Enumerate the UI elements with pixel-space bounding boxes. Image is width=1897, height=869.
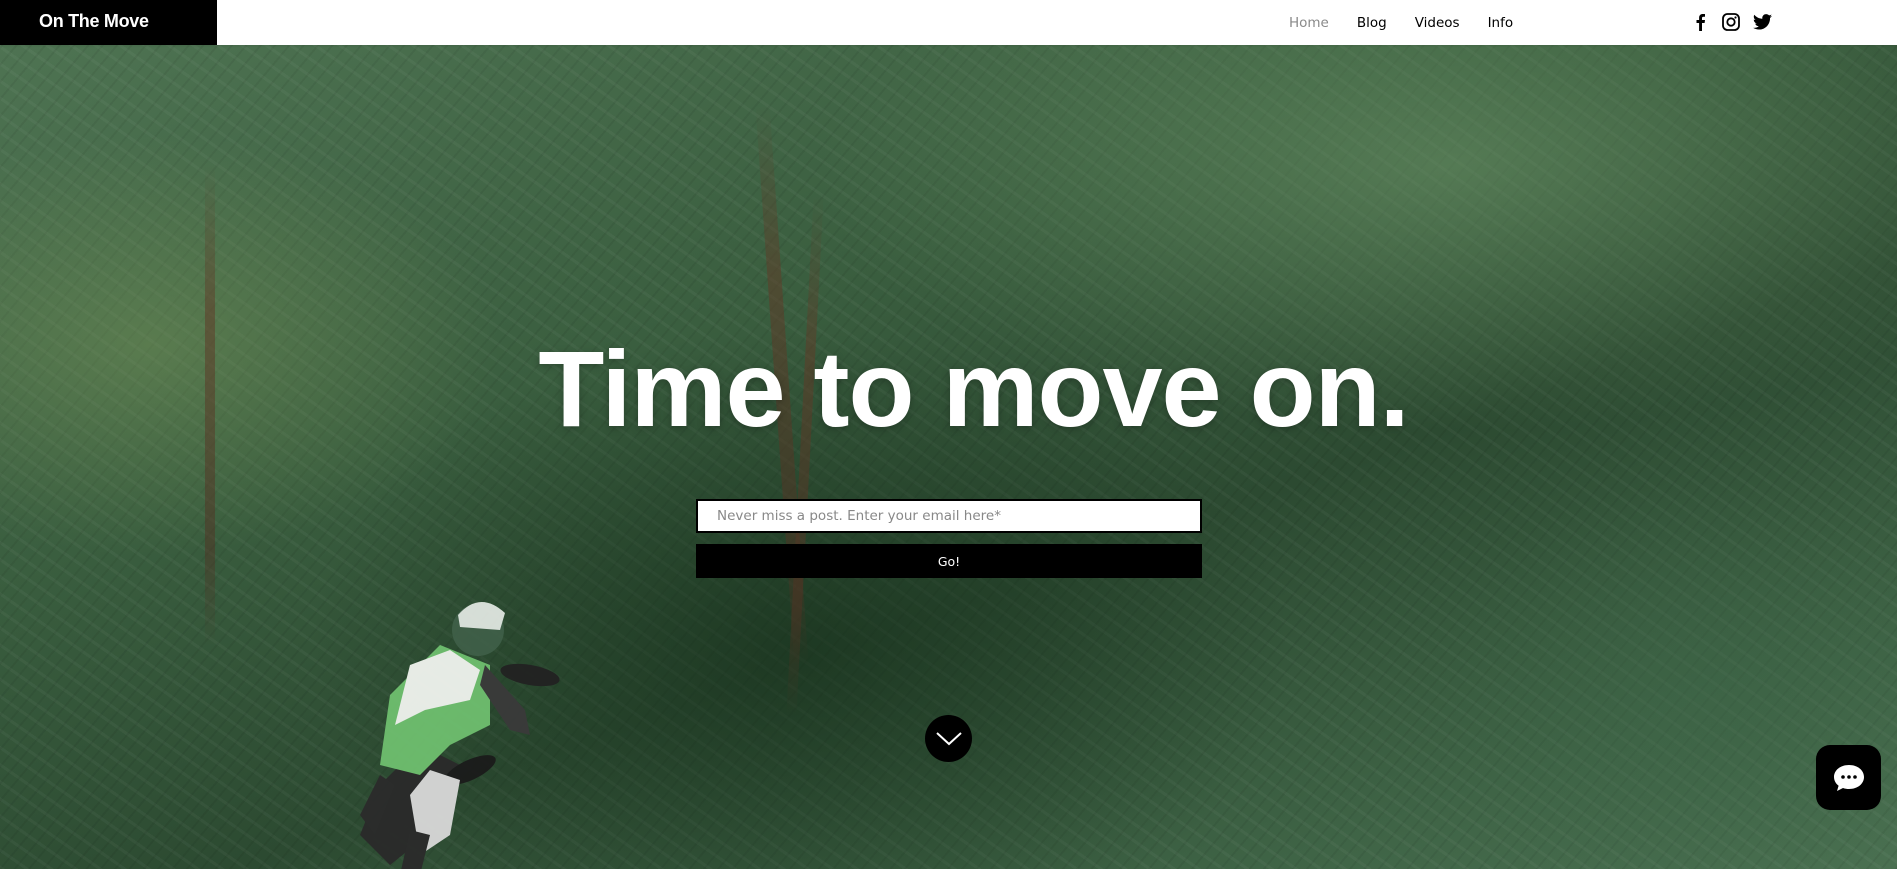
- hero-title: Time to move on.: [538, 328, 1409, 449]
- instagram-icon[interactable]: [1721, 12, 1741, 32]
- site-logo[interactable]: On The Move: [0, 0, 217, 45]
- site-header: On The Move Home Blog Videos Info: [0, 0, 1897, 45]
- nav-item-info[interactable]: Info: [1488, 15, 1514, 31]
- chat-bubble-icon: [1833, 764, 1864, 791]
- mountain-biker-image: [360, 601, 560, 869]
- nav-item-blog[interactable]: Blog: [1357, 15, 1387, 31]
- facebook-icon[interactable]: [1690, 12, 1710, 32]
- hero-section: Time to move on. Go!: [0, 45, 1897, 869]
- chevron-down-icon: [935, 731, 962, 745]
- nav-item-videos[interactable]: Videos: [1415, 15, 1460, 31]
- twitter-icon[interactable]: [1752, 12, 1772, 32]
- nav-item-home[interactable]: Home: [1289, 15, 1329, 31]
- scroll-down-button[interactable]: [925, 715, 972, 762]
- social-bar: [1690, 12, 1783, 32]
- chat-button[interactable]: [1816, 745, 1881, 810]
- main-nav: Home Blog Videos Info: [1289, 0, 1541, 45]
- email-input[interactable]: [696, 499, 1202, 533]
- subscribe-button[interactable]: Go!: [696, 544, 1202, 578]
